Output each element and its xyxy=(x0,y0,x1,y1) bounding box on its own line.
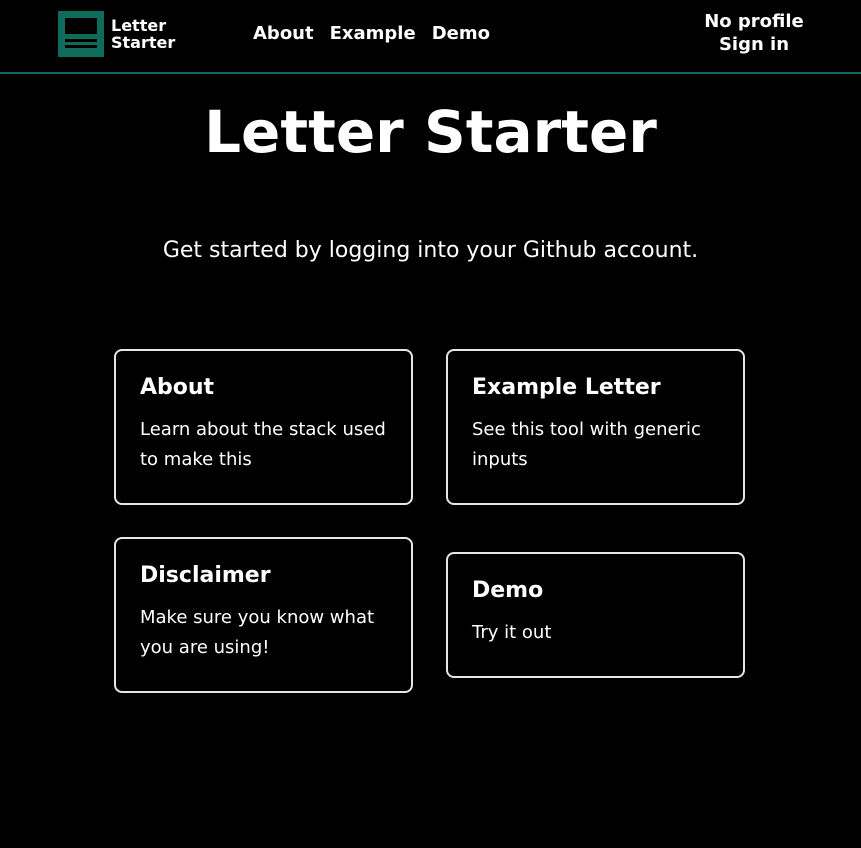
home-logo-link[interactable]: Letter Starter xyxy=(58,11,175,57)
page-title: Letter Starter xyxy=(204,98,657,166)
card-title: About xyxy=(140,375,215,400)
card-example-letter[interactable]: Example Letter See this tool with generi… xyxy=(446,349,745,505)
card-disclaimer[interactable]: Disclaimer Make sure you know what you a… xyxy=(114,537,413,693)
profile-area: No profile Sign in xyxy=(699,10,809,56)
card-title: Disclaimer xyxy=(140,563,271,588)
card-title: Example Letter xyxy=(472,375,661,400)
logo-text: Letter Starter xyxy=(111,16,176,52)
profile-status: No profile xyxy=(704,11,804,32)
card-description: Learn about the stack used to make this xyxy=(140,419,386,470)
nav-link-demo[interactable]: Demo xyxy=(432,22,490,46)
card-description: See this tool with generic inputs xyxy=(472,419,701,470)
card-description: Make sure you know what you are using! xyxy=(140,607,375,658)
letter-starter-logo-icon xyxy=(58,11,104,57)
card-about[interactable]: About Learn about the stack used to make… xyxy=(114,349,413,505)
card-demo[interactable]: Demo Try it out xyxy=(446,552,745,678)
card-description: Try it out xyxy=(472,622,552,643)
nav-link-example[interactable]: Example xyxy=(330,22,416,46)
card-title: Demo xyxy=(472,578,544,603)
top-nav-bar: Letter Starter About Example Demo No pro… xyxy=(0,0,861,74)
page-subtitle: Get started by logging into your Github … xyxy=(162,238,699,263)
main-nav: About Example Demo xyxy=(253,22,490,46)
nav-link-about[interactable]: About xyxy=(253,22,314,46)
sign-in-button[interactable]: Sign in xyxy=(699,33,809,56)
